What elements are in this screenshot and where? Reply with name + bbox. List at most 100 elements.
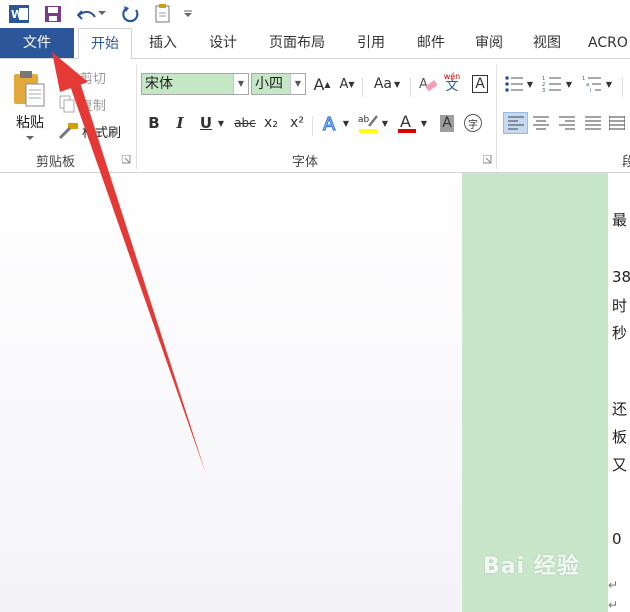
tab-page-layout[interactable]: 页面布局 <box>262 28 332 58</box>
font-name-dropdown-icon[interactable]: ▼ <box>233 74 248 94</box>
cut-button[interactable]: 剪切 <box>58 67 106 87</box>
strikethrough-button[interactable]: abc <box>232 112 258 134</box>
multilevel-list-icon: 1ai <box>582 76 601 93</box>
scissors-icon <box>59 68 75 86</box>
document-line: 38 <box>612 268 630 286</box>
grow-font-icon: A <box>313 74 325 94</box>
italic-button[interactable]: I <box>169 112 191 134</box>
undo-icon[interactable] <box>76 3 98 25</box>
bullets-button[interactable] <box>503 73 525 95</box>
superscript-button[interactable]: x² <box>286 112 308 134</box>
clear-formatting-button[interactable]: A <box>417 73 439 95</box>
paste-button[interactable]: 粘贴 <box>8 63 52 149</box>
align-left-button[interactable] <box>503 112 528 134</box>
svg-text:A: A <box>419 77 428 92</box>
enclose-characters-button[interactable]: 字 <box>462 112 484 134</box>
highlight-dropdown-icon[interactable]: ▼ <box>379 112 391 134</box>
font-size-value: 小四 <box>255 76 283 92</box>
document-page-text-area[interactable]: 最 38 时 秒 还 板 又 0 <box>608 173 630 612</box>
highlight-button[interactable]: ab <box>357 112 379 134</box>
multilevel-list-button[interactable]: 1ai <box>581 73 603 95</box>
shrink-font-button[interactable]: A ▼ <box>336 73 358 95</box>
redo-icon[interactable] <box>120 3 142 25</box>
font-size-dropdown-icon[interactable]: ▼ <box>290 74 305 94</box>
text-effects-icon: A <box>322 113 336 133</box>
clipboard-group-label: 剪贴板 <box>36 155 76 170</box>
touch-mode-icon[interactable] <box>152 3 174 25</box>
justify-button[interactable] <box>582 112 604 134</box>
tab-acrobat[interactable]: ACRO <box>588 28 630 58</box>
character-border-button[interactable]: A <box>469 73 491 95</box>
document-line: 时 <box>612 297 628 315</box>
text-effects-dropdown-icon[interactable]: ▼ <box>340 112 352 134</box>
bullets-dropdown-icon[interactable]: ▼ <box>524 73 536 95</box>
numbering-dropdown-icon[interactable]: ▼ <box>563 73 575 95</box>
align-center-icon <box>533 116 549 130</box>
ribbon-tabs: 文件 开始 插入 设计 页面布局 引用 邮件 审阅 视图 ACRO <box>0 28 630 60</box>
document-line: 秒 <box>612 324 628 342</box>
numbering-icon: 123 <box>542 76 561 93</box>
format-painter-button[interactable]: 格式刷 <box>58 121 121 141</box>
clipboard-launcher-icon[interactable] <box>122 155 131 164</box>
phonetic-guide-button[interactable]: wén 文 <box>441 71 463 93</box>
paragraph-mark: ↵ <box>608 598 619 612</box>
distributed-button[interactable] <box>606 112 628 134</box>
quick-access-toolbar: W <box>0 0 630 28</box>
tab-home[interactable]: 开始 <box>78 28 132 60</box>
numbering-button[interactable]: 123 <box>541 73 563 95</box>
font-group-label: 字体 <box>292 155 319 170</box>
document-line: 最 <box>612 211 628 229</box>
text-effects-button[interactable]: A <box>320 112 342 134</box>
tab-view[interactable]: 视图 <box>524 28 570 58</box>
format-painter-icon <box>58 123 78 140</box>
align-center-button[interactable] <box>530 112 552 134</box>
document-line: 0 <box>612 530 622 548</box>
paste-label: 粘贴 <box>16 115 44 131</box>
grow-font-button[interactable]: A ▲ <box>311 73 333 95</box>
justify-icon <box>585 116 601 130</box>
customize-qat-icon[interactable] <box>182 3 194 25</box>
save-icon[interactable] <box>42 3 64 25</box>
undo-dropdown-icon[interactable] <box>97 3 107 25</box>
svg-text:1: 1 <box>582 76 585 82</box>
tab-insert[interactable]: 插入 <box>140 28 186 58</box>
underline-dropdown-icon[interactable]: ▼ <box>215 112 227 134</box>
copy-button[interactable]: 复制 <box>58 94 106 114</box>
font-name-combo[interactable]: 宋体 ▼ <box>141 73 249 95</box>
multilevel-list-dropdown-icon[interactable]: ▼ <box>603 73 615 95</box>
document-page[interactable] <box>462 173 608 612</box>
align-left-icon <box>507 116 524 130</box>
cut-label: 剪切 <box>80 71 107 87</box>
superscript-icon: x² <box>290 115 304 131</box>
ribbon-separator <box>136 65 137 169</box>
change-case-button[interactable]: Aa ▼ <box>370 73 404 95</box>
clear-formatting-icon: A <box>419 77 438 92</box>
character-border-icon: A <box>472 75 488 93</box>
bold-button[interactable]: B <box>143 112 165 134</box>
align-right-button[interactable] <box>556 112 578 134</box>
font-color-button[interactable]: A <box>396 112 418 134</box>
underline-button[interactable]: U <box>195 112 217 134</box>
font-launcher-icon[interactable] <box>483 155 492 164</box>
font-size-combo[interactable]: 小四 ▼ <box>251 73 306 95</box>
word-logo-icon: W <box>8 3 30 25</box>
tab-review[interactable]: 审阅 <box>466 28 512 58</box>
tab-references[interactable]: 引用 <box>348 28 394 58</box>
format-painter-label: 格式刷 <box>82 125 122 141</box>
tab-design[interactable]: 设计 <box>198 28 248 58</box>
paste-icon <box>14 71 45 107</box>
subscript-button[interactable]: x₂ <box>260 112 282 134</box>
tab-mailings[interactable]: 邮件 <box>408 28 454 58</box>
tab-file[interactable]: 文件 <box>0 28 74 58</box>
bullets-icon <box>505 76 523 92</box>
svg-text:A: A <box>323 114 336 133</box>
bold-icon: B <box>148 114 160 132</box>
paragraph-mark: ↵ <box>608 578 619 592</box>
ribbon-separator <box>622 77 623 97</box>
font-color-dropdown-icon[interactable]: ▼ <box>418 112 430 134</box>
paragraph-group-label: 段 <box>622 155 630 170</box>
ribbon-separator <box>410 77 411 97</box>
paste-dropdown-icon <box>26 136 34 140</box>
character-shading-button[interactable]: A <box>436 112 458 134</box>
copy-icon <box>59 95 75 113</box>
